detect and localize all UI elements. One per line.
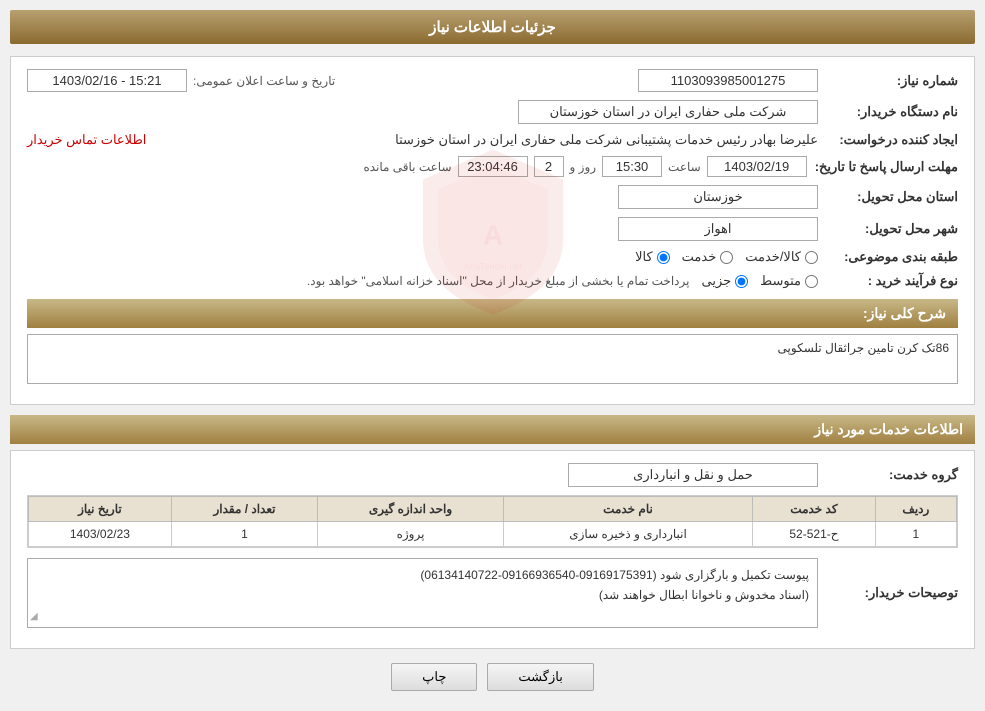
buyer-row: نام دستگاه خریدار: شرکت ملی حفاری ایران … <box>27 100 958 124</box>
need-description-value: 86تک کرن تامین جراثقال تلسکوپی <box>27 334 958 384</box>
deadline-remaining-label: ساعت باقی مانده <box>363 160 451 174</box>
col-header-row: ردیف <box>875 497 956 522</box>
table-header-row: ردیف کد خدمت نام خدمت واحد اندازه گیری ت… <box>29 497 957 522</box>
buyer-description-row: توصیحات خریدار: پیوست تکمیل و بارگزاری ش… <box>27 558 958 628</box>
category-label: طبقه بندی موضوعی: <box>818 249 958 265</box>
purchase-type-row: نوع فرآیند خرید : متوسط جزیی پرداخت تمام… <box>27 273 958 289</box>
buyer-description-line1: پیوست تکمیل و بارگزاری شود (09169175391-… <box>36 565 809 585</box>
need-description-row: 86تک کرن تامین جراثقال تلسکوپی <box>27 334 958 384</box>
category-row: طبقه بندی موضوعی: کالا/خدمت خدمت کالا <box>27 249 958 265</box>
purchase-type-label: نوع فرآیند خرید : <box>818 273 958 289</box>
need-description-container: 86تک کرن تامین جراثقال تلسکوپی <box>27 334 958 384</box>
purchase-radio-group: متوسط جزیی پرداخت تمام یا بخشی از مبلغ خ… <box>27 273 818 289</box>
category-option-kala: کالا <box>635 249 670 265</box>
category-label-khedmat: خدمت <box>682 249 717 265</box>
province-row: استان محل تحویل: خوزستان <box>27 185 958 209</box>
creator-row: ایجاد کننده درخواست: علیرضا بهادر رئیس خ… <box>27 132 958 148</box>
col-header-code: کد خدمت <box>753 497 876 522</box>
purchase-option-motavaset: متوسط <box>760 273 818 289</box>
category-option-khedmat: خدمت <box>682 249 734 265</box>
contact-link[interactable]: اطلاعات تماس خریدار <box>27 132 146 148</box>
col-header-unit: واحد اندازه گیری <box>318 497 504 522</box>
deadline-day-label: روز و <box>570 160 597 174</box>
category-radio-group: کالا/خدمت خدمت کالا <box>27 249 818 265</box>
page-wrapper: جزئیات اطلاعات نیاز A AnaTender.net شمار… <box>0 0 985 711</box>
col-header-quantity: تعداد / مقدار <box>171 497 317 522</box>
service-group-label: گروه خدمت: <box>818 467 958 483</box>
services-table-wrapper: ردیف کد خدمت نام خدمت واحد اندازه گیری ت… <box>27 495 958 548</box>
buyer-label: نام دستگاه خریدار: <box>818 104 958 120</box>
cell-name-1: انبارداری و ذخیره سازی <box>503 522 752 547</box>
cell-code-1: ح-521-52 <box>753 522 876 547</box>
category-radio-kala-khedmat[interactable] <box>805 251 818 264</box>
deadline-days: 2 <box>534 156 564 177</box>
creator-value: علیرضا بهادر رئیس خدمات پشتیبانی شرکت مل… <box>146 132 818 148</box>
button-row: بازگشت چاپ <box>10 663 975 691</box>
deadline-label: مهلت ارسال پاسخ تا تاریخ: <box>807 159 958 175</box>
need-number-label: شماره نیاز: <box>818 73 958 89</box>
purchase-radio-jozi[interactable] <box>735 275 748 288</box>
deadline-row: مهلت ارسال پاسخ تا تاریخ: 1403/02/19 ساع… <box>27 156 958 177</box>
col-header-name: نام خدمت <box>503 497 752 522</box>
deadline-time-label: ساعت <box>668 160 701 174</box>
buyer-description-line2: (اسناد مخدوش و ناخوانا ابطال خواهند شد) <box>36 585 809 605</box>
buyer-value: شرکت ملی حفاری ایران در استان خوزستان <box>518 100 818 124</box>
service-group-row: گروه خدمت: حمل و نقل و انبارداری <box>27 463 958 487</box>
city-label: شهر محل تحویل: <box>818 221 958 237</box>
city-value: اهواز <box>618 217 818 241</box>
cell-row-1: 1 <box>875 522 956 547</box>
resize-icon: ◢ <box>30 608 38 625</box>
service-group-value: حمل و نقل و انبارداری <box>568 463 818 487</box>
province-value: خوزستان <box>618 185 818 209</box>
need-number-row: شماره نیاز: 1103093985001275 تاریخ و ساع… <box>27 69 958 92</box>
deadline-date: 1403/02/19 <box>707 156 807 177</box>
announce-label: تاریخ و ساعت اعلان عمومی: <box>193 74 335 88</box>
buyer-description-value: پیوست تکمیل و بارگزاری شود (09169175391-… <box>27 558 818 628</box>
province-label: استان محل تحویل: <box>818 189 958 205</box>
purchase-label-motavaset: متوسط <box>760 273 801 289</box>
creator-label: ایجاد کننده درخواست: <box>818 132 958 148</box>
purchase-note: پرداخت تمام یا بخشی از مبلغ خریدار از مح… <box>27 274 689 288</box>
category-label-kala: کالا <box>635 249 653 265</box>
buyer-description-label: توصیحات خریدار: <box>818 585 958 601</box>
purchase-option-jozi: جزیی <box>701 273 748 289</box>
category-radio-khedmat[interactable] <box>720 251 733 264</box>
need-description-section-title: شرح کلی نیاز: <box>27 299 958 328</box>
announce-value: 1403/02/16 - 15:21 <box>27 69 187 92</box>
deadline-fields: 1403/02/19 ساعت 15:30 روز و 2 23:04:46 س… <box>27 156 807 177</box>
cell-date-1: 1403/02/23 <box>29 522 172 547</box>
purchase-label-jozi: جزیی <box>701 273 731 289</box>
city-row: شهر محل تحویل: اهواز <box>27 217 958 241</box>
main-card: A AnaTender.net شماره نیاز: 110309398500… <box>10 56 975 405</box>
deadline-time: 15:30 <box>602 156 662 177</box>
category-radio-kala[interactable] <box>657 251 670 264</box>
services-table: ردیف کد خدمت نام خدمت واحد اندازه گیری ت… <box>28 496 957 547</box>
back-button[interactable]: بازگشت <box>487 663 593 691</box>
category-option-kala-khedmat: کالا/خدمت <box>745 249 818 265</box>
buyer-description-container: پیوست تکمیل و بارگزاری شود (09169175391-… <box>27 558 818 628</box>
services-section-title: اطلاعات خدمات مورد نیاز <box>10 415 975 444</box>
category-label-kala-khedmat: کالا/خدمت <box>745 249 801 265</box>
deadline-remaining: 23:04:46 <box>458 156 528 177</box>
col-header-date: تاریخ نیاز <box>29 497 172 522</box>
services-card: گروه خدمت: حمل و نقل و انبارداری ردیف کد… <box>10 450 975 649</box>
cell-unit-1: پروژه <box>318 522 504 547</box>
table-row: 1 ح-521-52 انبارداری و ذخیره سازی پروژه … <box>29 522 957 547</box>
need-number-value: 1103093985001275 <box>638 69 818 92</box>
page-title: جزئیات اطلاعات نیاز <box>10 10 975 44</box>
purchase-radio-motavaset[interactable] <box>805 275 818 288</box>
cell-quantity-1: 1 <box>171 522 317 547</box>
print-button[interactable]: چاپ <box>391 663 477 691</box>
